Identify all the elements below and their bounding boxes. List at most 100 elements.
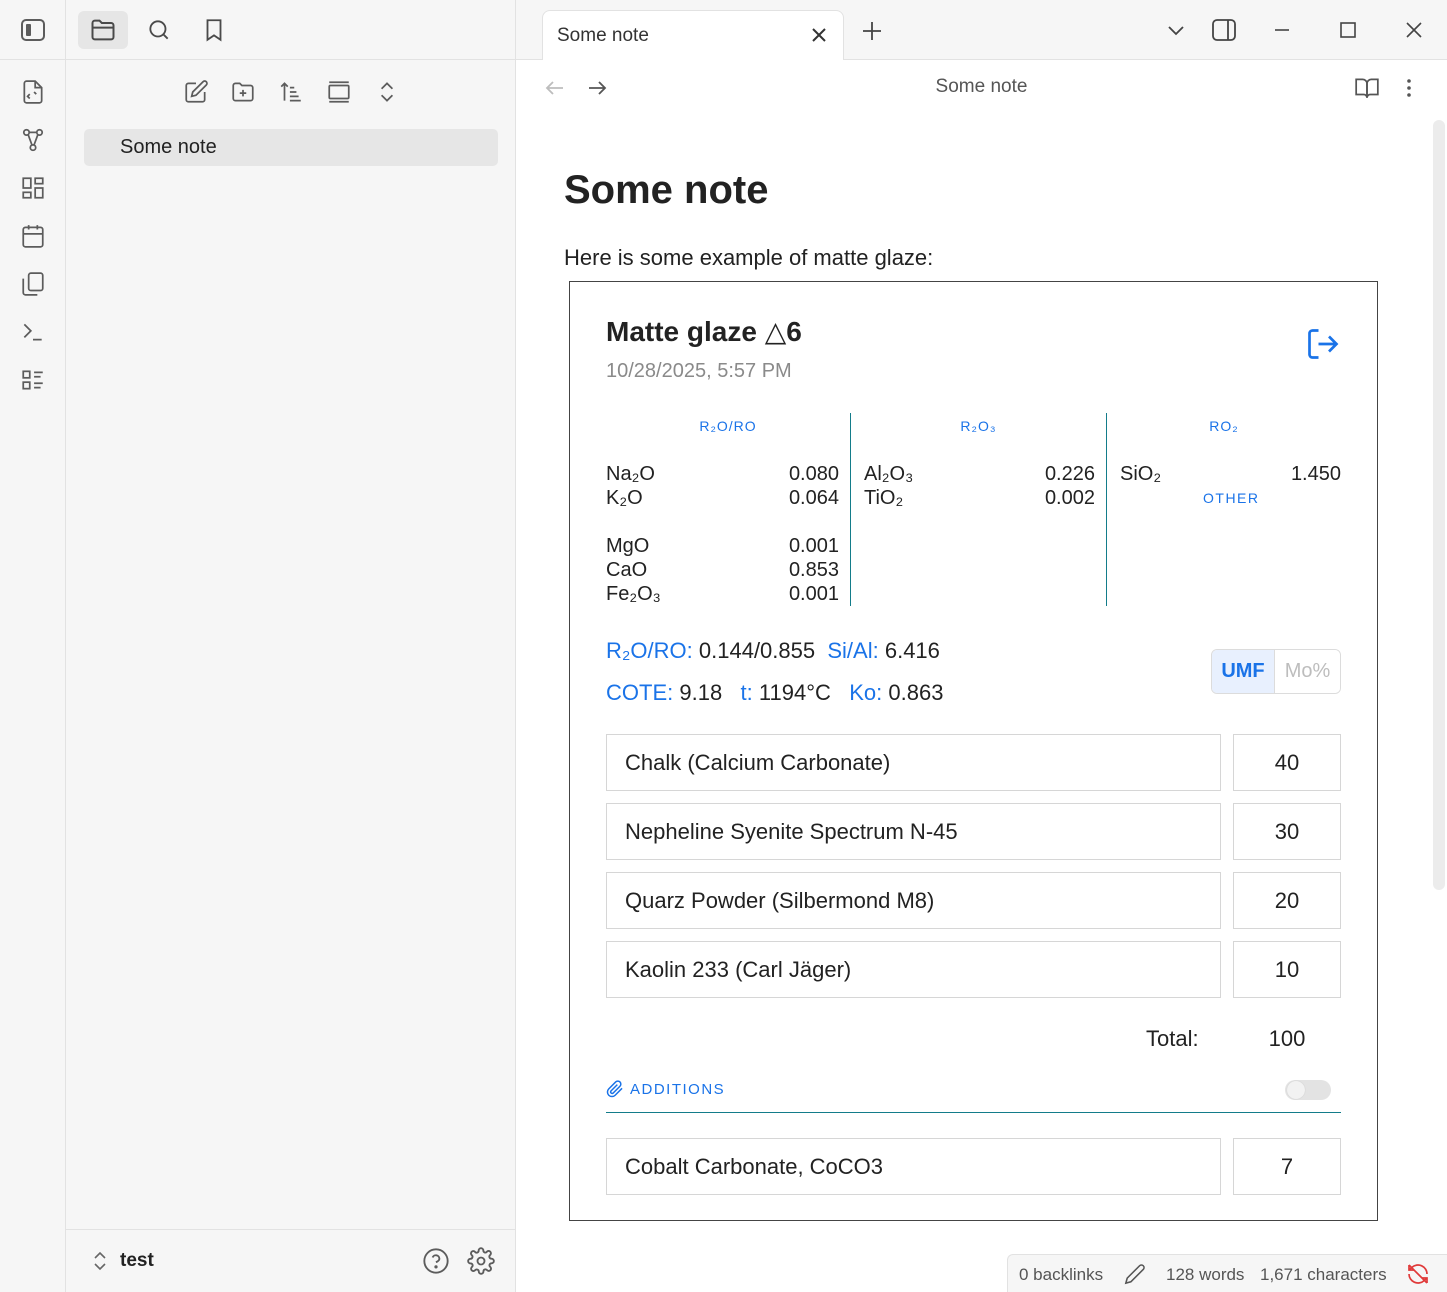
si-al-label: Si/Al: (827, 638, 879, 663)
total-value: 100 (1268, 1026, 1306, 1051)
cote-label: COTE: (606, 680, 674, 705)
cote-value: 9.18 (679, 680, 723, 705)
material-name-field[interactable]: Quarz Powder (Silbermond M8) (606, 872, 1221, 929)
auto-reveal-icon[interactable] (323, 76, 355, 108)
material-name-field[interactable]: Kaolin 233 (Carl Jäger) (606, 941, 1221, 998)
oxide-value: 0.064 (788, 487, 839, 509)
canvas-icon[interactable] (17, 172, 49, 204)
terminal-icon[interactable] (17, 316, 49, 348)
paperclip-icon (606, 1080, 623, 1098)
addition-amount-field[interactable]: 7 (1233, 1138, 1341, 1195)
scrollbar[interactable] (1433, 120, 1445, 890)
new-folder-icon[interactable] (227, 76, 259, 108)
glaze-card: Matte glaze △6 10/28/2025, 5:57 PM R₂O/R… (569, 281, 1378, 1221)
chevron-down-icon[interactable] (1160, 14, 1192, 46)
umf-table: R₂O/RO Na₂O 0.080 K₂O 0.064 MgO 0.001 Ca… (606, 413, 1341, 606)
word-count: 128 words (1166, 1265, 1245, 1284)
oxide-name: Na₂O (606, 463, 655, 485)
ko-label: Ko: (849, 680, 883, 705)
stats-row-2: COTE: 9.18 t: 1194°C Ko: 0.863 (606, 680, 943, 706)
oxide-value: 1.450 (1290, 463, 1341, 485)
bookmark-icon[interactable] (189, 11, 239, 49)
oxide-row: Fe₂O₃ 0.001 (606, 583, 839, 606)
switch-knob (1287, 1081, 1305, 1099)
tab-some-note[interactable]: Some note (542, 10, 844, 61)
material-amount-field[interactable]: 10 (1233, 941, 1341, 998)
sort-order-icon[interactable] (275, 76, 307, 108)
material-amount-field[interactable]: 40 (1233, 734, 1341, 791)
file-explorer-sidebar: Some note test (66, 0, 516, 1292)
note-paragraph[interactable]: Here is some example of matte glaze: (564, 245, 933, 271)
settings-gear-icon[interactable] (466, 1246, 496, 1276)
oxide-name: K₂O (606, 487, 643, 509)
maximize-icon[interactable] (1332, 14, 1364, 46)
vault-switcher[interactable]: test (90, 1250, 154, 1272)
other-label: OTHER (1203, 490, 1260, 506)
oxide-value: 0.853 (788, 559, 839, 581)
status-bar: 0 backlinks 128 words 1,671 characters (1007, 1254, 1447, 1292)
oxide-name: TiO₂ (864, 487, 904, 509)
new-tab-plus-icon[interactable] (856, 15, 888, 47)
oxide-value: 0.226 (1044, 463, 1095, 485)
oxide-name: Fe₂O₃ (606, 583, 661, 605)
additions-header: ADDITIONS (606, 1080, 725, 1098)
view-title[interactable]: Some note (516, 76, 1447, 98)
help-icon[interactable] (421, 1246, 451, 1276)
material-row: Quarz Powder (Silbermond M8) 20 (606, 872, 1341, 929)
oxide-row: CaO 0.853 (606, 559, 839, 582)
reading-view-book-icon[interactable] (1351, 72, 1383, 104)
umf-column-r2o3: R₂O₃ Al₂O₃ 0.226 TiO₂ 0.002 (851, 413, 1107, 606)
open-file-icon[interactable] (17, 76, 49, 108)
umf-button[interactable]: UMF (1212, 650, 1275, 693)
mo-percent-button[interactable]: Mo% (1275, 650, 1340, 693)
addition-name-field[interactable]: Cobalt Carbonate, CoCO3 (606, 1138, 1221, 1195)
oxide-value: 0.002 (1044, 487, 1095, 509)
oxide-name: Al₂O₃ (864, 463, 914, 485)
note-title[interactable]: Some note (564, 168, 768, 213)
sync-off-icon[interactable] (1406, 1262, 1430, 1286)
graph-view-icon[interactable] (17, 124, 49, 156)
window-close-icon[interactable] (1398, 14, 1430, 46)
material-name-field[interactable]: Chalk (Calcium Carbonate) (606, 734, 1221, 791)
vault-name: test (120, 1250, 154, 1271)
t-label: t: (740, 680, 753, 705)
more-options-icon[interactable] (1393, 72, 1425, 104)
oxide-row: Al₂O₃ 0.226 (864, 463, 1095, 486)
chevron-updown-icon (94, 1251, 106, 1271)
backlinks-count[interactable]: 0 backlinks (1019, 1265, 1103, 1285)
calendar-icon[interactable] (17, 220, 49, 252)
copy-files-icon[interactable] (17, 268, 49, 300)
tab-title: Some note (557, 25, 649, 46)
left-ribbon (0, 0, 66, 1292)
file-item-some-note[interactable]: Some note (84, 129, 498, 166)
right-sidebar-toggle-icon[interactable] (1208, 14, 1240, 46)
export-arrow-icon[interactable] (1305, 326, 1341, 362)
toggle-sidebar-icon[interactable] (17, 14, 49, 46)
view-header: Some note (516, 60, 1447, 116)
close-icon[interactable] (807, 23, 831, 47)
outline-list-icon[interactable] (17, 364, 49, 396)
material-amount-field[interactable]: 30 (1233, 803, 1341, 860)
material-row: Kaolin 233 (Carl Jäger) 10 (606, 941, 1341, 998)
oxide-value: 0.080 (788, 463, 839, 485)
new-note-icon[interactable] (180, 76, 212, 108)
umf-mo-toggle: UMF Mo% (1211, 649, 1341, 694)
additions-toggle-switch[interactable] (1285, 1080, 1331, 1100)
search-icon[interactable] (134, 11, 184, 49)
oxide-row: MgO 0.001 (606, 535, 839, 558)
column-header: R₂O₃ (960, 418, 997, 434)
oxide-name: MgO (606, 535, 650, 557)
expand-collapse-icon[interactable] (371, 76, 403, 108)
files-tab-folder-icon[interactable] (78, 11, 128, 49)
oxide-value: 0.001 (788, 535, 839, 557)
pencil-icon[interactable] (1124, 1263, 1146, 1285)
additions-label: ADDITIONS (630, 1080, 726, 1098)
umf-column-ro2: RO₂ SiO₂ 1.450 OTHER (1107, 413, 1341, 606)
file-nav-actions (66, 70, 516, 112)
minimize-icon[interactable] (1266, 14, 1298, 46)
t-value: 1194°C (758, 680, 831, 705)
material-name-field[interactable]: Nepheline Syenite Spectrum N-45 (606, 803, 1221, 860)
umf-column-r2o-ro: R₂O/RO Na₂O 0.080 K₂O 0.064 MgO 0.001 Ca… (606, 413, 851, 606)
oxide-name: CaO (606, 559, 648, 581)
material-amount-field[interactable]: 20 (1233, 872, 1341, 929)
